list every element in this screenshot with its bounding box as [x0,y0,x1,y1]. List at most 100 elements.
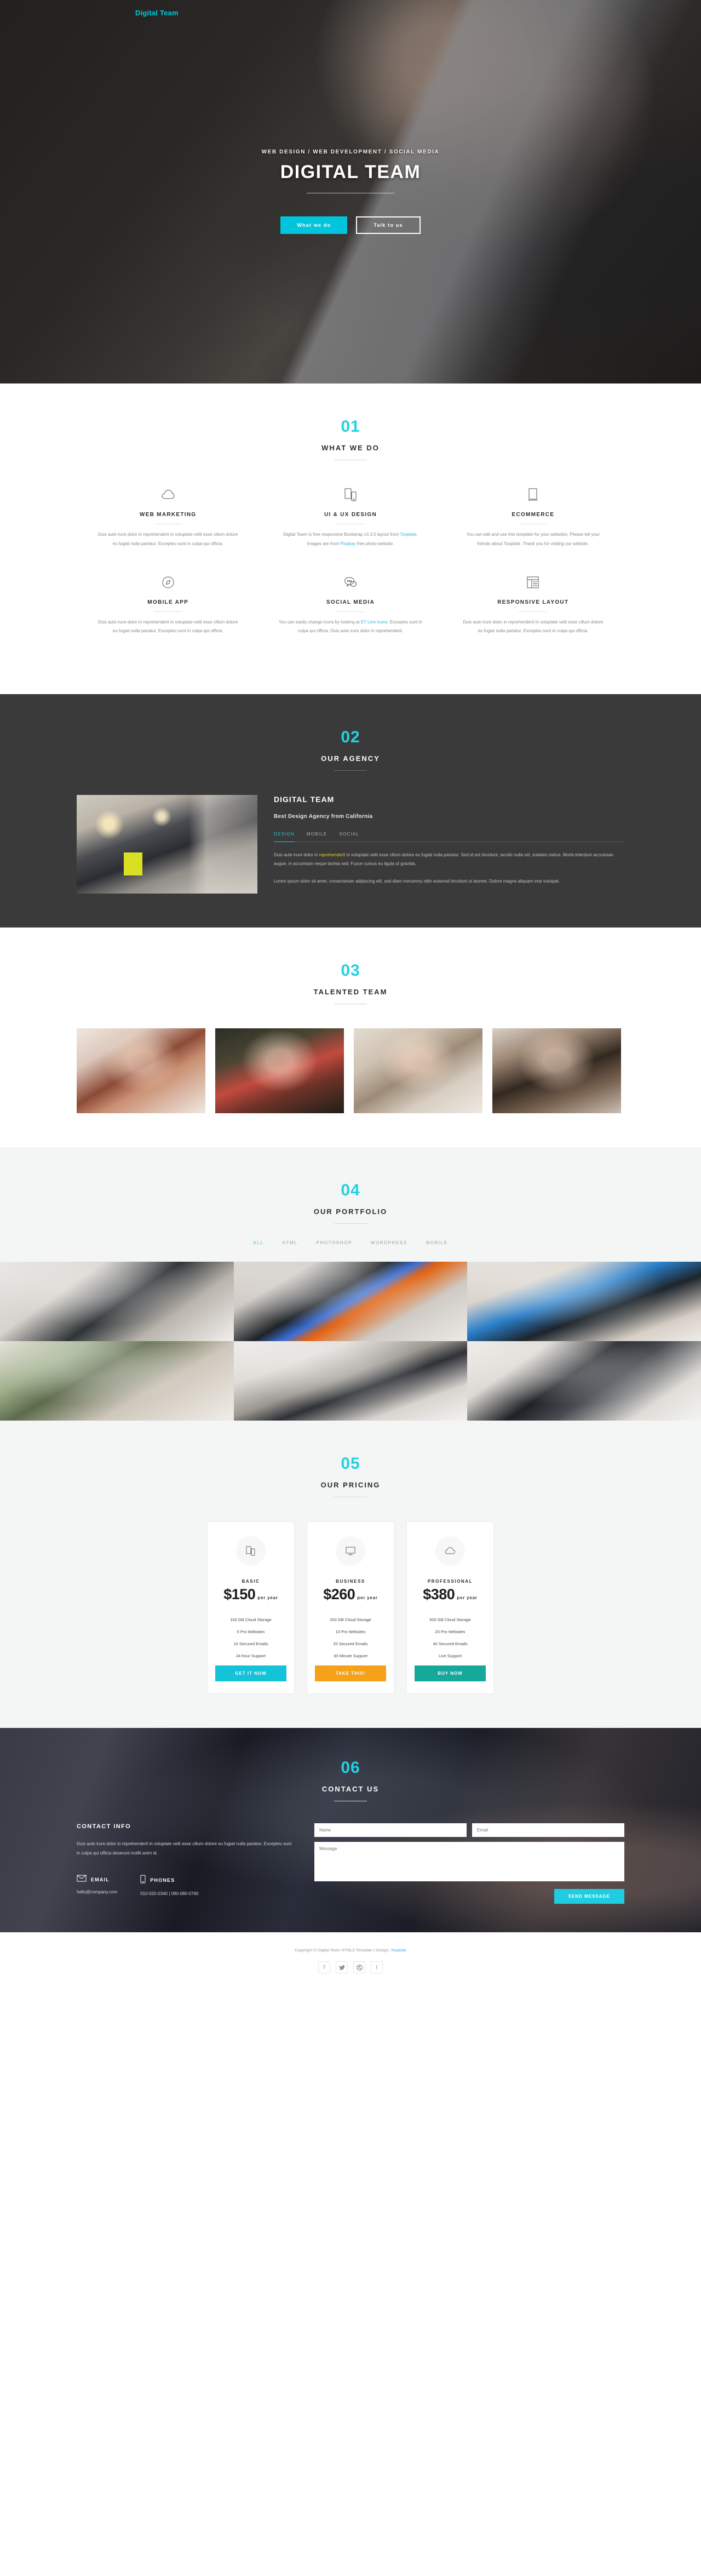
plan-period: per year [457,1595,478,1601]
portfolio-item[interactable] [233,1341,468,1421]
service-divider [519,611,548,612]
buy-now-button[interactable]: BUY NOW [415,1665,486,1682]
monitor-icon [336,1536,365,1566]
talk-to-us-button[interactable]: Talk to us [356,216,421,234]
plan-feature: 200 GB Cloud Storage [330,1617,371,1623]
portfolio-item[interactable] [233,1262,468,1342]
service-card[interactable]: ECOMMERCE You can edit and use this temp… [442,485,624,549]
portfolio-filter-photoshop[interactable]: PHOTOSHOP [317,1240,352,1245]
service-card[interactable]: UI & UX DESIGN Digital Team is free resp… [259,485,441,549]
portfolio-filter-all[interactable]: ALL [253,1240,263,1245]
service-title: ECOMMERCE [512,512,555,518]
email-value[interactable]: hello@company.com [77,1890,117,1894]
team-member-photo[interactable] [354,1028,482,1114]
pricing-card-professional: PROFESSIONAL $380 per year 500 GB Cloud S… [406,1521,494,1695]
plan-feature: 10 Secured Emails [233,1641,268,1647]
plan-period: per year [357,1595,378,1601]
service-card[interactable]: SOCIAL MEDIA You can easily change icons… [259,573,441,637]
take-this-button[interactable]: TAKE THIS! [315,1665,386,1682]
team-member-photo[interactable] [492,1028,621,1114]
service-card[interactable]: MOBILE APP Duis aute irure dolor in repr… [77,573,259,637]
agency-section: 02 OUR AGENCY DIGITAL TEAM Best Design A… [0,694,701,928]
phones-value[interactable]: 010-020-0340 | 090-080-0760 [140,1891,198,1896]
email-label: EMAIL [91,1876,110,1882]
portfolio-filter-mobile[interactable]: MOBILE [426,1240,448,1245]
plan-feature: 5 Pro Websites [237,1629,265,1635]
pricing-card-basic: BASIC $150 per year 100 GB Cloud Storage … [207,1521,295,1695]
service-card[interactable]: WEB MARKETING Duis aute irure dolor in r… [77,485,259,549]
tablet-icon [461,485,606,504]
plan-period: per year [257,1595,278,1601]
send-message-button[interactable]: SEND MESSAGE [554,1889,624,1904]
portfolio-section: 04 OUR PORTFOLIO ALL HTML PHOTOSHOP WORD… [0,1147,701,1421]
plan-feature: 24-hour Support [235,1653,266,1659]
agency-paragraph-2: Lorem ipsum dolor sit amet, consectetuer… [274,879,560,884]
tooplate-link[interactable]: Tooplate [391,1948,406,1953]
plan-feature: Live Support [438,1653,462,1659]
agency-office-photo [77,795,257,894]
cloud-icon [95,485,240,504]
portfolio-filter-wordpress[interactable]: WORDPRESS [371,1240,407,1245]
service-title: SOCIAL MEDIA [326,599,375,605]
team-member-photo[interactable] [77,1028,205,1114]
tab-social[interactable]: SOCIAL [339,832,359,842]
agency-heading: DIGITAL TEAM [274,795,335,804]
section-number: 04 [341,1181,360,1200]
page-title: OUR PRICING [320,1481,381,1490]
et-line-icons-link[interactable]: ET Line Icons [361,620,388,625]
dribbble-icon[interactable] [353,1961,365,1974]
plan-feature: 20 Pro Websites [435,1629,466,1635]
envelope-icon [77,1875,87,1885]
page-title: WHAT WE DO [321,444,380,452]
contact-info-heading: CONTACT INFO [77,1823,131,1830]
name-input[interactable] [314,1823,467,1837]
portfolio-item[interactable] [0,1341,234,1421]
service-text: You can easily change icons by looking a… [278,619,423,634]
portfolio-item[interactable] [467,1262,701,1342]
plan-feature: 10 Pro Websites [335,1629,366,1635]
tumblr-icon[interactable]: t [371,1961,383,1974]
highlighted-word: reprehenderit [319,852,346,858]
what-we-do-button[interactable]: What we do [280,216,348,234]
agency-paragraph-1: Duis aute irure dolor in reprehenderit i… [274,852,613,867]
layout-icon [461,573,606,592]
site-brand-logo[interactable]: Digital Team [135,9,179,17]
chat-bubble-icon [278,573,423,592]
plan-name: PROFESSIONAL [427,1579,473,1584]
page-title: CONTACT US [321,1785,380,1794]
service-text: Duis aute irure dolor in reprehenderit i… [97,532,238,546]
service-divider [153,611,182,612]
site-footer: Copyright © Digital Team HTML5 Template … [0,1932,701,1992]
tab-mobile[interactable]: MOBILE [307,832,327,842]
twitter-icon[interactable] [336,1961,348,1974]
pixabay-link[interactable]: Pixabay [340,541,355,546]
tooplate-link[interactable]: Tooplate [400,532,416,537]
copyright-text: Copyright © Digital Team HTML5 Template … [295,1948,406,1953]
get-it-now-button[interactable]: GET IT NOW [215,1665,286,1682]
cloud-icon [435,1536,465,1566]
service-text: You can edit and use this template for y… [466,532,600,546]
title-divider [334,1223,367,1224]
page-title: OUR AGENCY [321,754,380,763]
message-textarea[interactable] [314,1842,624,1882]
portfolio-filter-html[interactable]: HTML [282,1240,297,1245]
service-title: WEB MARKETING [139,512,197,518]
plan-feature: 20 Secured Emails [333,1641,368,1647]
plan-name: BASIC [242,1579,260,1584]
service-card[interactable]: RESPONSIVE LAYOUT Duis aute irure dolor … [442,573,624,637]
plan-feature: 100 GB Cloud Storage [230,1617,272,1623]
portfolio-item[interactable] [0,1262,234,1342]
plan-feature: 30-Minute Support [334,1653,367,1659]
service-title: MOBILE APP [147,599,189,605]
portfolio-item[interactable] [467,1341,701,1421]
services-section: 01 WHAT WE DO WEB MARKETING Duis aute ir… [0,383,701,694]
facebook-icon[interactable]: f [318,1961,330,1974]
plan-price: $380 per year [423,1586,478,1603]
contact-form: SEND MESSAGE [314,1823,624,1904]
devices-icon [236,1536,266,1566]
email-input[interactable] [472,1823,624,1837]
phone-icon [140,1875,146,1886]
team-member-photo[interactable] [215,1028,344,1114]
plan-feature: 40 Secured Emails [433,1641,468,1647]
tab-design[interactable]: DESIGN [274,832,295,843]
